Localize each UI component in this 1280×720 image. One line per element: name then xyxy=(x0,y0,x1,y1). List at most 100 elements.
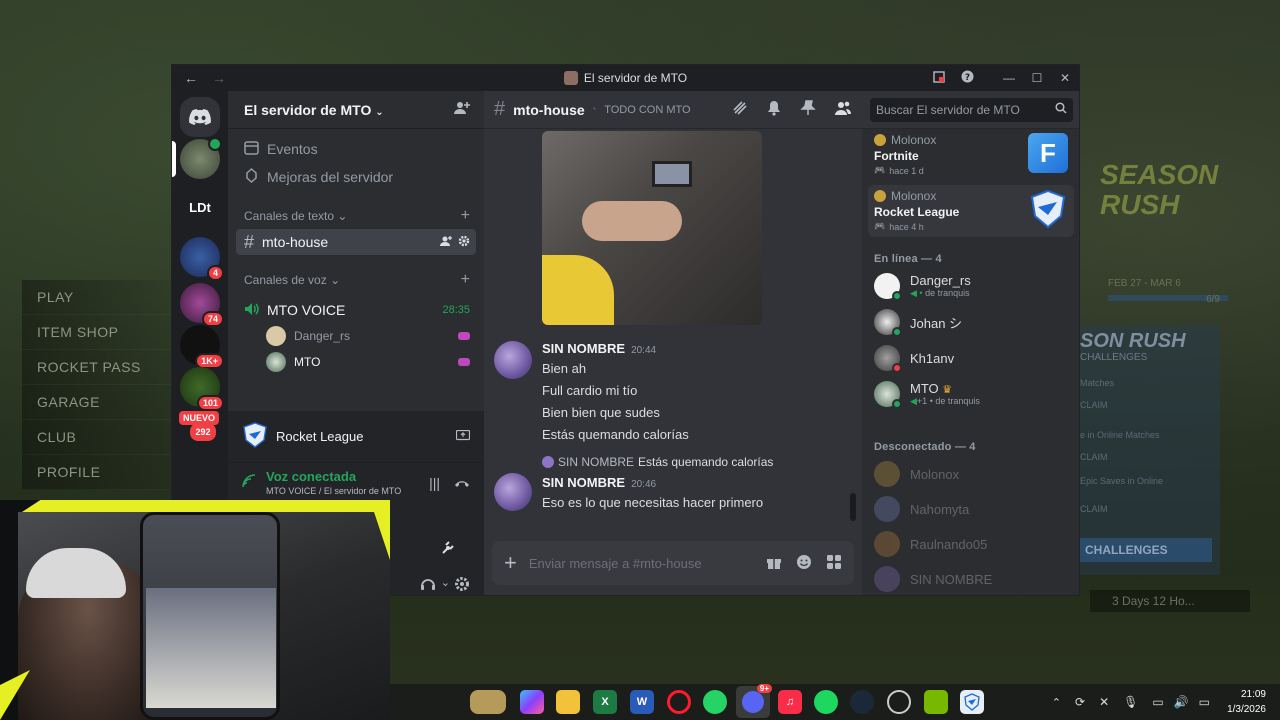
server-header[interactable]: El servidor de MTO ⌄ xyxy=(228,91,484,129)
voice-user[interactable]: MTO xyxy=(228,349,484,375)
gear-icon[interactable] xyxy=(458,234,470,250)
gift-icon[interactable] xyxy=(766,554,782,573)
add-attachment-icon[interactable]: + xyxy=(504,550,517,576)
spotify-icon[interactable] xyxy=(814,690,838,714)
voice-location[interactable]: MTO VOICE / El servidor de MTO xyxy=(266,486,401,496)
member-item[interactable]: Danger_rs ◀ • de tranquis xyxy=(874,273,971,301)
word-icon[interactable]: W xyxy=(630,690,654,714)
volume-icon[interactable]: 🔊 xyxy=(1174,695,1189,709)
network-off-icon[interactable]: ✕ xyxy=(1099,695,1109,709)
voice-user[interactable]: Danger_rs xyxy=(228,323,484,349)
challenge-claim[interactable]: CLAIM xyxy=(1080,400,1108,410)
microphone-icon[interactable]: 🎙 xyxy=(1123,695,1138,709)
bell-icon[interactable] xyxy=(766,100,782,119)
headset-icon[interactable] xyxy=(420,577,436,594)
member-item[interactable]: Nahomyta xyxy=(874,496,969,522)
minimize-icon[interactable]: — xyxy=(995,71,1023,85)
whatsapp-icon[interactable] xyxy=(703,690,727,714)
emoji-icon[interactable] xyxy=(796,554,812,573)
avatar[interactable] xyxy=(494,341,532,379)
invite-people-icon[interactable] xyxy=(454,100,470,119)
message-input[interactable]: Enviar mensaje a #mto-house xyxy=(529,556,766,571)
member-item[interactable]: Raulnando05 xyxy=(874,531,987,557)
search-input[interactable]: Buscar El servidor de MTO xyxy=(870,97,1073,122)
display-icon[interactable]: ▭ xyxy=(1152,695,1163,709)
screen-share-icon[interactable] xyxy=(455,429,471,445)
apps-icon[interactable] xyxy=(826,554,842,573)
inbox-icon[interactable] xyxy=(925,70,953,86)
opera-icon[interactable] xyxy=(667,690,691,714)
activity-card[interactable]: Molonox Rocket League 🎮 hace 4 h xyxy=(868,185,1074,237)
sidebar-item-events[interactable]: Eventos xyxy=(228,135,484,163)
member-item[interactable]: Johan シ xyxy=(874,309,962,337)
direct-messages-button[interactable] xyxy=(180,97,220,137)
channel-topic[interactable]: TODO CON MTO xyxy=(604,104,690,116)
member-item[interactable]: MTO ♛ ◀+1 • de tranquis xyxy=(874,381,980,409)
server-icon-tfa[interactable]: 101 xyxy=(180,367,224,411)
game-menu-garage[interactable]: GARAGE xyxy=(22,385,172,420)
game-menu-item-shop[interactable]: ITEM SHOP xyxy=(22,315,172,350)
voice-status[interactable]: Voz conectada xyxy=(266,469,401,484)
close-icon[interactable]: ✕ xyxy=(1051,71,1079,85)
nvidia-icon[interactable] xyxy=(924,690,948,714)
game-menu-play[interactable]: PLAY xyxy=(22,280,172,315)
member-item[interactable]: Kh1anv xyxy=(874,345,954,373)
signal-icon[interactable] xyxy=(242,474,256,491)
steam-icon[interactable] xyxy=(850,690,874,714)
server-badge[interactable]: 292 xyxy=(190,423,216,441)
voice-channel-mto-voice[interactable]: MTO VOICE 28:35 xyxy=(236,297,476,323)
server-icon-mto[interactable] xyxy=(180,137,222,179)
invite-icon[interactable] xyxy=(440,234,452,250)
music-icon[interactable]: ♫ xyxy=(778,690,802,714)
reply-reference[interactable]: SIN NOMBRE Estás quemando calorías xyxy=(542,455,773,469)
file-explorer-icon[interactable] xyxy=(556,690,580,714)
game-menu-rocket-pass[interactable]: ROCKET PASS xyxy=(22,350,172,385)
avatar[interactable] xyxy=(494,473,532,511)
member-list-icon[interactable] xyxy=(834,100,852,119)
member-item[interactable]: Molonox xyxy=(874,461,959,487)
epic-games-icon[interactable] xyxy=(887,690,911,714)
back-arrow-icon[interactable]: ← xyxy=(184,70,198,86)
voice-channels-category[interactable]: Canales de voz ⌄ + xyxy=(228,269,484,291)
challenge-claim[interactable]: CLAIM xyxy=(1080,504,1108,514)
maximize-icon[interactable]: ☐ xyxy=(1023,71,1051,85)
activities-icon[interactable] xyxy=(440,539,456,558)
noise-suppression-icon[interactable]: ||| xyxy=(429,475,440,491)
chevron-down-icon[interactable]: ⌄ xyxy=(441,576,450,589)
server-icon-ldt[interactable]: LDt xyxy=(180,187,220,227)
forward-arrow-icon[interactable]: → xyxy=(212,70,226,86)
scrollbar[interactable] xyxy=(850,493,856,521)
server-icon[interactable]: 4 xyxy=(180,237,224,281)
pin-icon[interactable] xyxy=(800,100,816,119)
threads-icon[interactable] xyxy=(732,100,748,119)
discord-taskbar-button[interactable]: 9+ xyxy=(736,684,772,718)
game-menu-profile[interactable]: PROFILE xyxy=(22,455,172,490)
channel-mto-house[interactable]: # mto-house xyxy=(236,229,476,255)
battery-icon[interactable]: ▭ xyxy=(1199,695,1210,709)
server-icon[interactable]: 74 xyxy=(180,283,224,327)
clock[interactable]: 21:09 1/3/2026 xyxy=(1227,687,1266,717)
activity-card[interactable]: Molonox Fortnite 🎮 hace 1 d F xyxy=(868,129,1074,181)
message-author[interactable]: SIN NOMBRE xyxy=(542,475,625,490)
activity-panel[interactable]: Rocket League xyxy=(228,411,484,463)
settings-gear-icon[interactable] xyxy=(454,576,470,595)
text-channels-category[interactable]: Canales de texto ⌄ + xyxy=(228,205,484,227)
add-channel-icon[interactable]: + xyxy=(461,271,470,289)
sync-icon[interactable]: ⟳ xyxy=(1075,695,1085,709)
game-menu-club[interactable]: CLUB xyxy=(22,420,172,455)
rocket-league-icon[interactable] xyxy=(960,690,984,714)
challenge-claim[interactable]: CLAIM xyxy=(1080,452,1108,462)
chevron-up-icon[interactable]: ⌃ xyxy=(1052,696,1061,709)
message-image-attachment[interactable] xyxy=(542,131,762,325)
copilot-icon[interactable] xyxy=(520,690,544,714)
challenges-button[interactable]: CHALLENGES xyxy=(1080,538,1212,562)
member-item[interactable]: SIN NOMBRE xyxy=(874,566,992,592)
add-channel-icon[interactable]: + xyxy=(461,207,470,225)
sidebar-item-boosts[interactable]: Mejoras del servidor xyxy=(228,163,484,191)
widgets-icon[interactable] xyxy=(470,690,506,714)
excel-icon[interactable]: X xyxy=(593,690,617,714)
help-icon[interactable]: ? xyxy=(953,70,981,86)
disconnect-icon[interactable] xyxy=(454,475,470,491)
message-author[interactable]: SIN NOMBRE xyxy=(542,341,625,356)
server-icon[interactable]: 1K+ xyxy=(180,325,224,369)
